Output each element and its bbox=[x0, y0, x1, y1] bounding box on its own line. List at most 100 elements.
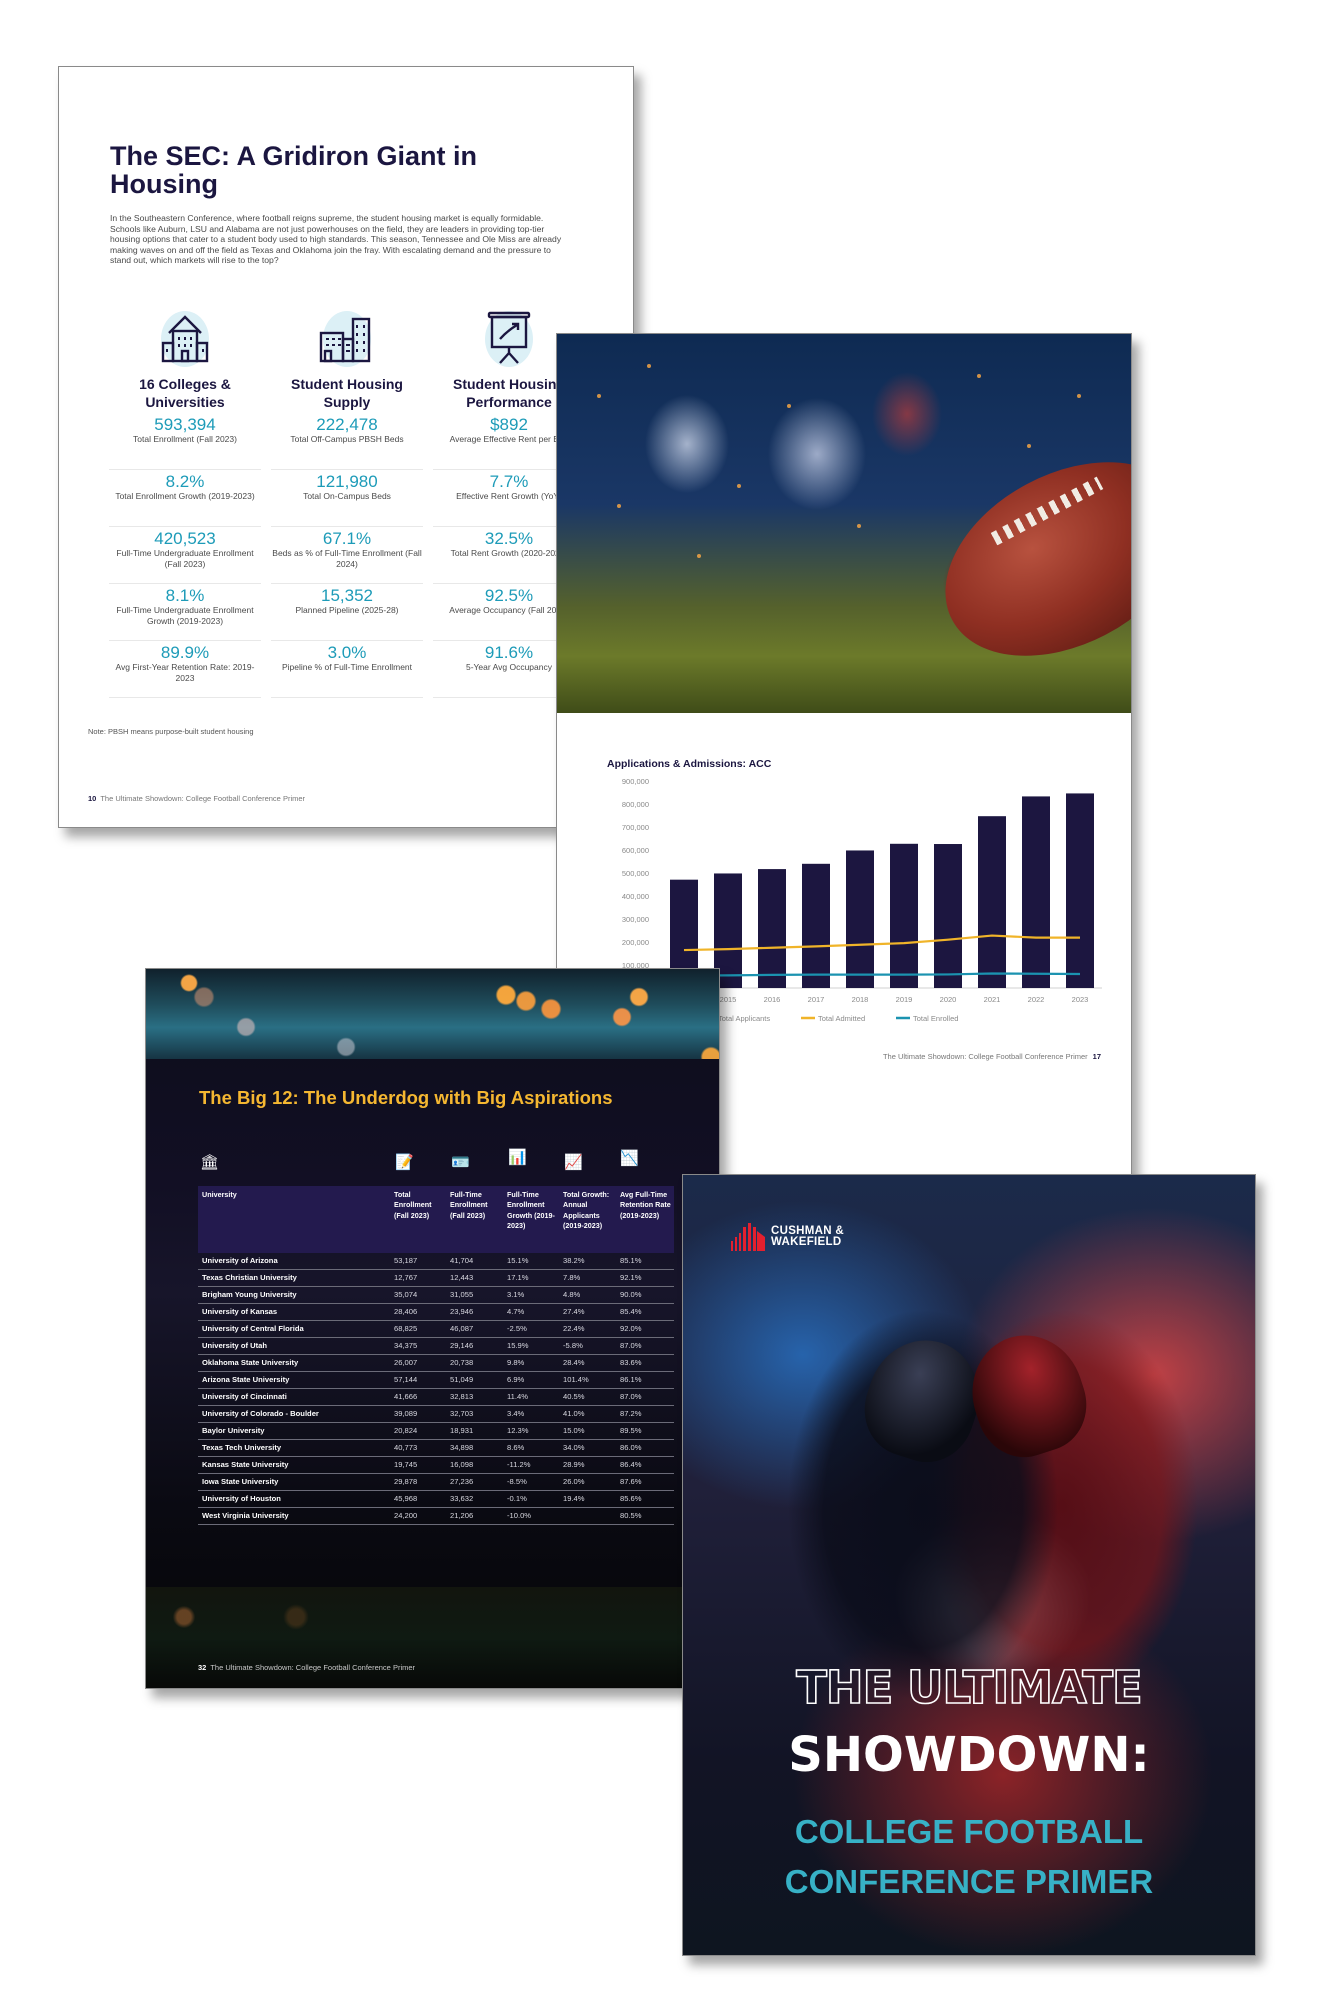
metric-value: 420,523 bbox=[154, 529, 216, 548]
column-header: Total Enrollment (Fall 2023) bbox=[394, 1190, 432, 1220]
enrollment-document-icon: 📝 bbox=[395, 1154, 414, 1171]
table-row: University of Colorado - Boulder 39,089 32… bbox=[198, 1406, 674, 1423]
table-cell: 26,007 bbox=[394, 1358, 418, 1367]
footer-text: The Ultimate Showdown: College Football … bbox=[210, 1663, 416, 1672]
table-cell: 28,406 bbox=[394, 1307, 418, 1316]
metric: 67.1% Beds as % of Full-Time Enrollment (… bbox=[271, 527, 423, 584]
metric-label: Total On-Campus Beds bbox=[303, 491, 391, 501]
table-row: University of Utah 34,375 29,146 15.9% -5.8%… bbox=[198, 1338, 674, 1355]
table-row: University of Central Florida 68,825 46,08… bbox=[198, 1321, 674, 1338]
table-cell: 86.0% bbox=[620, 1443, 642, 1452]
page-number: 17 bbox=[1092, 1052, 1101, 1061]
table-cell: 83.6% bbox=[620, 1358, 642, 1367]
table-cell: 33,632 bbox=[450, 1494, 474, 1503]
table-cell: 16,098 bbox=[450, 1460, 474, 1469]
table-cell: 87.2% bbox=[620, 1409, 642, 1418]
university-name-cell: Oklahoma State University bbox=[202, 1358, 299, 1367]
cover-title-line-1: THE ULTIMATE bbox=[795, 1660, 1143, 1715]
table-cell: 12,767 bbox=[394, 1273, 418, 1282]
metric-label: Full-Time Undergraduate Enrollment (Fall… bbox=[116, 548, 254, 569]
metric-value: 593,394 bbox=[154, 415, 216, 434]
table-cell: 41,666 bbox=[394, 1392, 418, 1401]
brand-mark-icon bbox=[731, 1223, 765, 1251]
x-tick-label: 2019 bbox=[896, 995, 913, 1004]
table-cell: 7.8% bbox=[563, 1273, 581, 1282]
table-cell: 34,898 bbox=[450, 1443, 474, 1452]
red-helmet-player bbox=[957, 1320, 1099, 1470]
sec-footnote: Note: PBSH means purpose-built student h… bbox=[88, 727, 254, 736]
bar-2023 bbox=[1066, 793, 1094, 988]
metric-value: 89.9% bbox=[160, 643, 210, 662]
retention-chart-icon: 📉 bbox=[620, 1150, 639, 1167]
table-row: Kansas State University 19,745 16,098 -11.2… bbox=[198, 1457, 674, 1474]
metric-label: Pipeline % of Full-Time Enrollment bbox=[281, 662, 413, 672]
table-cell: 40,773 bbox=[394, 1443, 418, 1452]
table-cell: 23,946 bbox=[450, 1307, 474, 1316]
table-cell: 40.5% bbox=[563, 1392, 585, 1401]
table-cell: 21,206 bbox=[450, 1511, 474, 1520]
table-cell: 85.1% bbox=[620, 1256, 642, 1265]
table-cell: 45,968 bbox=[394, 1494, 418, 1503]
cover-page: CUSHMAN & WAKEFIELD THE ULTIMATE SHOWDOW… bbox=[682, 1174, 1256, 1956]
university-name-cell: University of Arizona bbox=[202, 1256, 278, 1265]
table-cell: -2.5% bbox=[507, 1324, 527, 1333]
table-cell: 89.5% bbox=[620, 1426, 642, 1435]
table-row: West Virginia University 24,200 21,206 -10.… bbox=[198, 1508, 674, 1525]
y-tick-label: 300,000 bbox=[622, 915, 649, 924]
brand-line-2: WAKEFIELD bbox=[771, 1236, 842, 1248]
metric: 89.9% Avg First-Year Retention Rate: 2019… bbox=[109, 641, 261, 698]
table-cell: 90.0% bbox=[620, 1290, 642, 1299]
sec-page-title: The SEC: A Gridiron Giant in Housing bbox=[110, 141, 478, 199]
x-tick-label: 2022 bbox=[1028, 995, 1045, 1004]
university-name-cell: Brigham Young University bbox=[202, 1290, 297, 1299]
y-tick-label: 700,000 bbox=[622, 823, 649, 832]
apartment-buildings-icon bbox=[315, 307, 379, 369]
table-cell: 32,703 bbox=[450, 1409, 474, 1418]
metric-label: Avg First-Year Retention Rate: 2019-2023 bbox=[115, 662, 255, 683]
table-cell: -11.2% bbox=[507, 1460, 531, 1469]
table-row: University of Cincinnati 41,666 32,813 11.4… bbox=[198, 1389, 674, 1406]
table-cell: 6.9% bbox=[507, 1375, 525, 1384]
table-cell: 46,087 bbox=[450, 1324, 474, 1333]
university-name-cell: University of Colorado - Boulder bbox=[202, 1409, 319, 1418]
university-name-cell: University of Kansas bbox=[202, 1307, 278, 1316]
table-cell: -8.5% bbox=[507, 1477, 527, 1486]
bokeh-lights-photo bbox=[146, 969, 719, 1059]
legend-label: Total Admitted bbox=[818, 1014, 865, 1023]
growth-presentation-icon: 📊 bbox=[508, 1149, 527, 1166]
table-row: University of Arizona 53,187 41,704 15.1% 38… bbox=[198, 1253, 674, 1270]
table-cell: 4.7% bbox=[507, 1307, 525, 1316]
table-cell: 57,144 bbox=[394, 1375, 418, 1384]
table-cell: 85.6% bbox=[620, 1494, 642, 1503]
table-cell: -0.1% bbox=[507, 1494, 527, 1503]
table-header-icons: 🏛 📝 🪪 📊 📈 📉 bbox=[146, 1149, 719, 1174]
x-tick-label: 2020 bbox=[940, 995, 957, 1004]
column-header: Avg Full-Time Retention Rate (2019-2023) bbox=[620, 1190, 671, 1220]
table-cell: 11.4% bbox=[507, 1392, 528, 1401]
university-name-cell: Iowa State University bbox=[202, 1477, 279, 1486]
table-cell: 51,049 bbox=[450, 1375, 474, 1384]
legend-label: Total Applicants bbox=[718, 1014, 770, 1023]
metric-value: 121,980 bbox=[316, 472, 378, 491]
table-cell: 27,236 bbox=[450, 1477, 474, 1486]
table-cell: 86.4% bbox=[620, 1460, 642, 1469]
metric-label: Full-Time Undergraduate Enrollment Growt… bbox=[116, 605, 254, 626]
table-row: Iowa State University 29,878 27,236 -8.5% 26… bbox=[198, 1474, 674, 1491]
table-cell: 86.1% bbox=[620, 1375, 642, 1384]
table-cell: 39,089 bbox=[394, 1409, 418, 1418]
table-cell: 8.6% bbox=[507, 1443, 525, 1452]
column-header: University bbox=[202, 1190, 237, 1199]
table-row: University of Kansas 28,406 23,946 4.7% 27.4… bbox=[198, 1304, 674, 1321]
big12-page: The Big 12: The Underdog with Big Aspira… bbox=[145, 968, 720, 1689]
metric: 593,394 Total Enrollment (Fall 2023) bbox=[109, 413, 261, 470]
metric-label: Total Off-Campus PBSH Beds bbox=[290, 434, 404, 444]
cover-subtitle: COLLEGE FOOTBALL CONFERENCE PRIMER bbox=[683, 1807, 1255, 1907]
column-header: Full-Time Enrollment (Fall 2023) bbox=[450, 1190, 488, 1220]
table-cell: 87.0% bbox=[620, 1341, 642, 1350]
university-name-cell: University of Utah bbox=[202, 1341, 267, 1350]
metric-value: 8.2% bbox=[165, 472, 205, 491]
football-icon bbox=[912, 422, 1131, 696]
table-cell: 19.4% bbox=[563, 1494, 585, 1503]
table-cell: 28.4% bbox=[563, 1358, 585, 1367]
sec-page: The SEC: A Gridiron Giant in Housing In … bbox=[58, 66, 634, 828]
